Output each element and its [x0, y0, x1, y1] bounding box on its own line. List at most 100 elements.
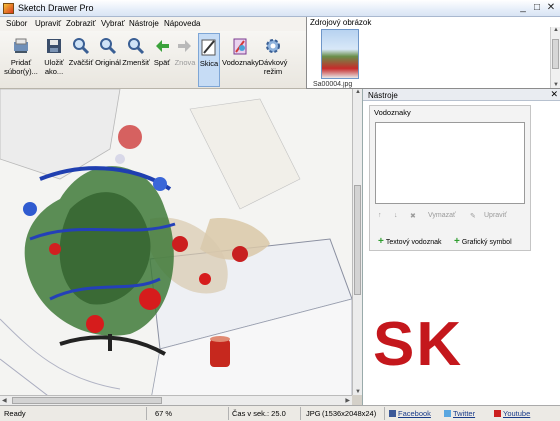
twitter-link[interactable]: Twitter [444, 409, 475, 418]
edit-watermark-button[interactable]: Upraviť [484, 212, 507, 219]
zoom-out-label: Zmenšiť [122, 58, 150, 67]
status-divider [146, 407, 147, 420]
save-as-button[interactable]: Uložiť ako... [40, 33, 68, 87]
status-ready: Ready [4, 409, 26, 418]
menu-file[interactable]: Súbor [6, 19, 27, 28]
zoom-out-button[interactable]: Zmenšiť [122, 33, 150, 87]
add-graphic-symbol-label: Grafický symbol [461, 239, 512, 246]
zoom-in-icon [73, 38, 90, 55]
tools-pane: Nástroje ✕ Vodoznaky ↑ ↓ ✖ Vymazať ✎ Upr… [362, 89, 560, 405]
canvas-horizontal-thumb[interactable] [12, 397, 162, 404]
image-canvas[interactable] [0, 89, 352, 405]
add-files-button[interactable]: Pridať súbor(y)... [4, 33, 38, 87]
canvas-horizontal-scrollbar[interactable]: ◀ ▶ [0, 395, 352, 405]
watermarks-group-label: Vodoznaky [374, 108, 411, 117]
minimize-icon[interactable]: _ [516, 1, 530, 14]
gear-icon [266, 39, 280, 53]
undo-label: Späť [153, 58, 171, 67]
youtube-icon [494, 410, 501, 417]
menu-tools[interactable]: Nástroje [129, 19, 159, 28]
sketch-label: Skica [199, 59, 219, 68]
source-panel-scrollbar[interactable]: ▲ ▼ [550, 27, 560, 88]
move-down-icon[interactable]: ↓ [394, 212, 398, 219]
facebook-label: Facebook [398, 409, 431, 418]
original-size-icon [100, 38, 117, 55]
tools-pane-header: Nástroje ✕ [363, 89, 560, 101]
batch-mode-label-2: režim [263, 67, 283, 76]
plus-icon: + [454, 236, 460, 247]
status-format: JPG [306, 409, 321, 418]
save-as-label-1: Uložiť [44, 58, 64, 67]
close-icon[interactable]: ✕ [544, 1, 558, 14]
canvas-scroll-left-icon[interactable]: ◀ [2, 397, 7, 404]
toolbar: Pridať súbor(y)... Uložiť ako... Zväčšiť… [0, 31, 306, 89]
canvas-vertical-scrollbar[interactable]: ▲ ▼ [352, 89, 362, 395]
zoom-in-label: Zväčšiť [68, 58, 94, 67]
zoom-in-button[interactable]: Zväčšiť [68, 33, 94, 87]
menu-help[interactable]: Nápoveda [164, 19, 200, 28]
source-panel-title: Zdrojový obrázok [310, 18, 372, 27]
source-image-panel: Zdrojový obrázok Sa00004.jpg ▲ ▼ [306, 17, 560, 89]
save-icon [47, 39, 61, 53]
add-graphic-symbol-button[interactable]: + Grafický symbol [454, 236, 512, 247]
redo-label: Znova [174, 58, 196, 67]
youtube-label: Youtube [503, 409, 531, 418]
menu-view[interactable]: Zobraziť [66, 19, 96, 28]
source-thumbnail[interactable] [321, 29, 359, 79]
zoom-out-icon [128, 38, 145, 55]
watermarks-button[interactable]: Vodoznaky [222, 33, 259, 87]
window-title: Sketch Drawer Pro [18, 3, 94, 13]
add-files-icon [14, 38, 28, 53]
undo-icon [156, 40, 169, 52]
sketch-image [0, 89, 352, 405]
maximize-icon[interactable]: □ [530, 1, 544, 14]
status-time: Čas v sek.: 25.0 [232, 409, 286, 418]
add-files-label-1: Pridať [10, 58, 32, 67]
canvas-scroll-up-icon[interactable]: ▲ [355, 89, 361, 95]
tools-pane-close-icon[interactable]: ✕ [550, 89, 558, 100]
status-divider [300, 407, 301, 420]
original-size-label: Originál [95, 58, 121, 67]
menu-bar: Súbor Upraviť Zobraziť Vybrať Nástroje N… [0, 17, 306, 31]
status-divider [228, 407, 229, 420]
watermark-preview-text: SK [373, 310, 464, 379]
batch-mode-label-1: Dávkový [258, 58, 288, 67]
original-size-button[interactable]: Originál [94, 33, 122, 87]
delete-icon[interactable]: ✖ [410, 212, 416, 220]
canvas-scroll-down-icon[interactable]: ▼ [355, 389, 361, 395]
facebook-link[interactable]: Facebook [389, 409, 431, 418]
canvas-vertical-thumb[interactable] [354, 185, 361, 295]
redo-icon [178, 40, 191, 52]
sketch-icon [201, 39, 216, 56]
undo-button[interactable]: Späť [152, 33, 172, 87]
canvas-scroll-right-icon[interactable]: ▶ [345, 397, 350, 404]
sketch-button[interactable]: Skica [198, 33, 220, 87]
tools-pane-title: Nástroje [368, 91, 398, 100]
redo-button[interactable]: Znova [174, 33, 196, 87]
twitter-icon [444, 410, 451, 417]
scroll-down-icon[interactable]: ▼ [553, 82, 559, 88]
move-up-icon[interactable]: ↑ [378, 212, 382, 219]
save-as-label-2: ako... [44, 67, 64, 76]
menu-edit[interactable]: Upraviť [35, 19, 61, 28]
plus-icon: + [378, 236, 384, 247]
scroll-up-icon[interactable]: ▲ [553, 27, 559, 33]
watermark-icon [233, 38, 247, 55]
twitter-label: Twitter [453, 409, 476, 418]
status-zoom: 67 % [155, 409, 173, 418]
status-dimensions: (1536x2048x24) [322, 409, 377, 418]
status-divider [384, 407, 385, 420]
watermark-list[interactable] [375, 122, 525, 204]
youtube-link[interactable]: Youtube [494, 409, 530, 418]
add-text-watermark-button[interactable]: + Textový vodoznak [378, 236, 442, 247]
source-scroll-thumb[interactable] [552, 39, 559, 69]
menu-select[interactable]: Vybrať [101, 19, 125, 28]
edit-icon[interactable]: ✎ [470, 212, 476, 220]
app-icon [3, 3, 14, 14]
add-text-watermark-label: Textový vodoznak [385, 239, 442, 246]
batch-mode-button[interactable]: Dávkový režim [258, 33, 288, 87]
watermarks-group: Vodoznaky ↑ ↓ ✖ Vymazať ✎ Upraviť + Texto… [369, 105, 531, 251]
watermarks-label: Vodoznaky [222, 58, 259, 67]
delete-watermark-button[interactable]: Vymazať [428, 212, 456, 219]
source-thumbnail-label: Sa00004.jpg [313, 81, 353, 88]
